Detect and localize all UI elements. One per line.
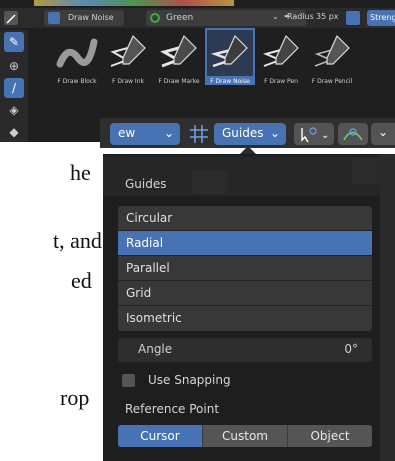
guide-type-radial[interactable]: Radial <box>118 231 372 256</box>
proportional-falloff-button[interactable]: ⌄ <box>371 123 395 145</box>
guide-type-circular[interactable]: Circular <box>118 206 372 231</box>
snap-cursor-icon: ⌄ <box>301 127 329 143</box>
reference-object-option[interactable]: Object <box>288 425 372 447</box>
brush-label: F Draw Noise <box>205 78 255 85</box>
chevron-down-icon: ⌄ <box>378 125 389 139</box>
chevron-down-icon: ⌄ <box>272 12 279 21</box>
angle-value: 0° <box>344 342 358 356</box>
toolbar-icon-strip <box>34 0 234 6</box>
brush-item[interactable]: F Draw Block <box>52 28 102 90</box>
brush-label: F Draw Ink <box>112 78 144 85</box>
fill-tool-icon[interactable]: ◈ <box>4 100 24 120</box>
angle-label: Angle <box>138 342 173 356</box>
use-snapping-label: Use Snapping <box>148 373 231 387</box>
brush-item[interactable]: F Draw Ink <box>103 28 153 90</box>
popover-pointer <box>240 146 256 154</box>
guide-type-isometric[interactable]: Isometric <box>118 306 372 331</box>
reference-point-label: Reference Point <box>125 402 220 416</box>
popover-side-strip <box>380 154 395 461</box>
grid-icon[interactable] <box>189 124 209 144</box>
brush-pen-icon <box>262 34 299 67</box>
angle-field[interactable]: Angle 0° <box>118 338 372 362</box>
brush-label: F Draw Pen <box>264 78 298 85</box>
chevron-down-icon: ⌄ <box>163 126 174 140</box>
material-selector[interactable]: Green ⌄ ✒ <box>146 10 306 26</box>
reference-cursor-option[interactable]: Cursor <box>118 425 203 447</box>
view-menu-label: ew <box>118 126 136 140</box>
guide-type-list: Circular Radial Parallel Grid Isometric <box>118 206 372 331</box>
draw-tool-icon[interactable]: ✎ <box>4 32 24 52</box>
tool-settings-header: Draw Noise Green ⌄ ✒ Radius 35 px Streng <box>0 8 395 28</box>
radius-label: Radius <box>287 12 314 21</box>
svg-text:⌄: ⌄ <box>321 130 329 141</box>
eraser-tool-icon[interactable]: ◆ <box>4 122 24 142</box>
brush-label: F Draw Pencil <box>311 78 353 85</box>
guides-button-label: Guides <box>222 126 264 140</box>
pencil-tool-icon[interactable]: / <box>4 78 24 98</box>
document-text-line-3: ed <box>71 268 92 293</box>
pressure-icon[interactable] <box>346 11 360 25</box>
brush-item[interactable]: F Draw Pen <box>256 28 306 90</box>
proportional-edit-button[interactable] <box>338 123 368 145</box>
brush-ink-icon <box>110 34 146 67</box>
tool-icon[interactable] <box>4 11 18 25</box>
use-snapping-checkbox[interactable] <box>122 374 135 387</box>
document-text-line-1: he <box>70 160 91 185</box>
reference-custom-option[interactable]: Custom <box>203 425 288 447</box>
chevron-down-icon: ⌄ <box>269 126 280 140</box>
popover-title: Guides <box>125 177 167 191</box>
guide-type-parallel[interactable]: Parallel <box>118 256 372 281</box>
strength-field[interactable]: Streng <box>367 10 395 26</box>
tool-sidebar: ✎ ⊕ / ◈ ◆ <box>0 30 28 142</box>
background-toolbar-ghost <box>192 170 228 194</box>
document-text-line-2: t, and <box>53 228 102 253</box>
reference-point-selector: Cursor Custom Object <box>118 425 372 447</box>
brush-label: F Draw Marke <box>158 78 200 85</box>
brush-item[interactable]: F Draw Pencil <box>307 28 357 90</box>
view-menu-button[interactable]: ew ⌄ <box>110 123 180 145</box>
brush-selector[interactable]: Draw Noise <box>44 10 124 26</box>
brush-marker-icon <box>160 34 197 68</box>
brush-noise-icon <box>205 28 255 78</box>
brush-label: F Draw Block <box>57 78 97 85</box>
brush-item-selected[interactable]: F Draw Noise <box>205 28 255 90</box>
brush-name: Draw Noise <box>68 13 114 22</box>
use-snapping-row[interactable]: Use Snapping <box>122 372 322 390</box>
brush-pencil-icon <box>314 34 350 67</box>
material-color-icon <box>150 13 160 23</box>
guides-dropdown-button[interactable]: Guides ⌄ <box>214 123 286 145</box>
guide-type-grid[interactable]: Grid <box>118 281 372 306</box>
brush-icon <box>48 12 60 24</box>
cursor-tool-icon[interactable]: ⊕ <box>4 56 24 76</box>
snap-dropdown-button[interactable]: ⌄ <box>294 123 334 145</box>
proportional-edit-icon <box>343 128 363 141</box>
brush-item[interactable]: F Draw Marke <box>154 28 204 90</box>
document-text-line-4: rop <box>60 385 90 410</box>
background-toolbar-ghost <box>352 158 382 184</box>
brush-block-icon <box>56 38 98 68</box>
material-name: Green <box>166 13 194 23</box>
radius-value[interactable]: 35 px <box>316 12 339 21</box>
